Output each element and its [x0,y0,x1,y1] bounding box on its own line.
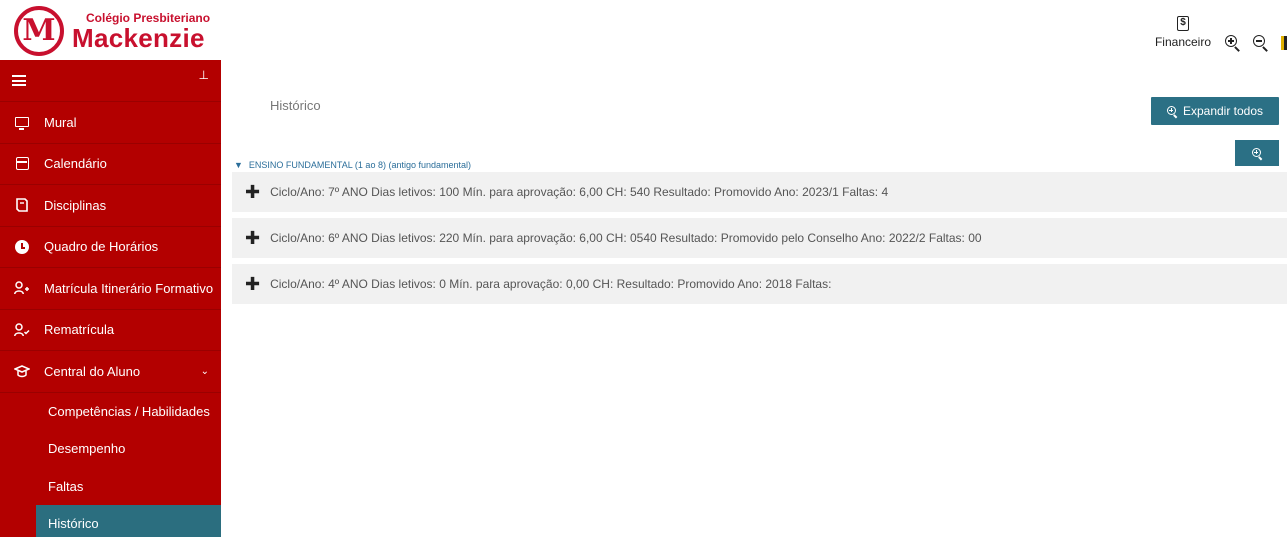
triangle-down-icon: ▼ [234,160,243,170]
sidebar-top: ⊥ [0,60,221,102]
history-row-text: Ciclo/Ano: 4º ANO Dias letivos: 0 Mín. p… [270,277,832,291]
invoice-icon: $ [1176,16,1189,31]
sidebar-subitem-label: Competências / Habilidades [48,403,210,419]
financeiro-label: Financeiro [1154,35,1211,49]
logo-text: Colégio Presbiteriano Mackenzie [72,11,210,53]
financeiro-button[interactable]: $ Financeiro [1155,16,1211,49]
clock-icon [14,239,30,255]
sidebar-item-mural[interactable]: Mural [0,102,221,144]
sidebar-item-disciplinas[interactable]: Disciplinas [0,185,221,227]
monitor-icon [14,114,30,131]
sidebar-item-label: Central do Aluno [44,363,141,379]
main-content: Histórico Expandir todos ▼ ENSINO FUNDAM… [221,60,1287,537]
history-row[interactable]: ✚ Ciclo/Ano: 4º ANO Dias letivos: 0 Mín.… [232,264,1287,304]
expand-all-label: Expandir todos [1182,104,1264,118]
logo-title: Mackenzie [72,22,205,53]
sidebar-item-label: Mural [44,114,77,130]
sidebar-item-label: Matrícula Itinerário Formativo [44,280,214,296]
sidebar-subitem-faltas[interactable]: Faltas [0,468,221,506]
graduation-cap-icon [14,363,30,379]
user-check-icon [14,322,30,338]
logo-emblem: M [14,6,64,56]
sidebar-item-label: Calendário [44,156,107,172]
contrast-icon[interactable] [1281,36,1287,50]
sidebar-item-matricula-itinerario[interactable]: Matrícula Itinerário Formativo [0,268,221,310]
sidebar-item-quadro-horarios[interactable]: Quadro de Horários [0,227,221,268]
sidebar-subitem-label: Histórico [48,516,99,532]
zoom-in-icon [1166,105,1178,118]
top-header: M Colégio Presbiteriano Mackenzie $ Fina… [0,0,1287,60]
zoom-in-icon[interactable] [1225,35,1241,52]
calendar-icon [14,156,30,172]
sidebar-item-label: Quadro de Horários [44,239,159,255]
chevron-down-icon: ⌄ [200,365,209,377]
history-row-text: Ciclo/Ano: 6º ANO Dias letivos: 220 Mín.… [270,231,982,245]
book-icon [14,197,30,213]
page-title: Histórico [270,98,321,113]
expand-all-button[interactable]: Expandir todos [1151,97,1279,125]
history-row[interactable]: ✚ Ciclo/Ano: 7º ANO Dias letivos: 100 Mí… [232,172,1287,212]
zoom-in-icon [1251,147,1263,160]
plus-icon[interactable]: ✚ [245,275,260,293]
sidebar-subitem-label: Desempenho [48,441,126,457]
logo-letter: M [22,13,56,48]
history-row[interactable]: ✚ Ciclo/Ano: 6º ANO Dias letivos: 220 Mí… [232,218,1287,258]
history-row-text: Ciclo/Ano: 7º ANO Dias letivos: 100 Mín.… [270,185,889,199]
user-plus-icon [14,280,30,296]
sidebar-subitem-label: Faltas [48,478,84,494]
menu-icon[interactable] [12,75,26,86]
sidebar: ⊥ Mural Calendário Disciplinas Quadro de… [0,60,221,537]
sidebar-item-rematricula[interactable]: Rematrícula [0,310,221,351]
sidebar-item-label: Rematrícula [44,322,115,338]
logo[interactable]: M Colégio Presbiteriano Mackenzie [14,6,210,56]
sidebar-item-label: Disciplinas [44,197,107,213]
section-label: ENSINO FUNDAMENTAL (1 ao 8) (antigo fund… [248,160,471,170]
sidebar-item-central-aluno[interactable]: Central do Aluno ⌄ [0,351,221,393]
expand-section-button[interactable] [1235,140,1279,166]
sidebar-subitem-competencias[interactable]: Competências / Habilidades [0,393,221,431]
plus-icon[interactable]: ✚ [245,229,260,247]
zoom-out-icon[interactable] [1253,35,1269,52]
section-toggle[interactable]: ▼ ENSINO FUNDAMENTAL (1 ao 8) (antigo fu… [234,160,471,170]
plus-icon[interactable]: ✚ [245,183,260,201]
sidebar-subitem-desempenho[interactable]: Desempenho [0,430,221,468]
pin-icon[interactable]: ⊥ [199,68,209,82]
header-actions: $ Financeiro [1155,16,1287,56]
sidebar-subitem-historico[interactable]: Histórico [36,505,221,537]
sidebar-item-calendario[interactable]: Calendário [0,144,221,185]
